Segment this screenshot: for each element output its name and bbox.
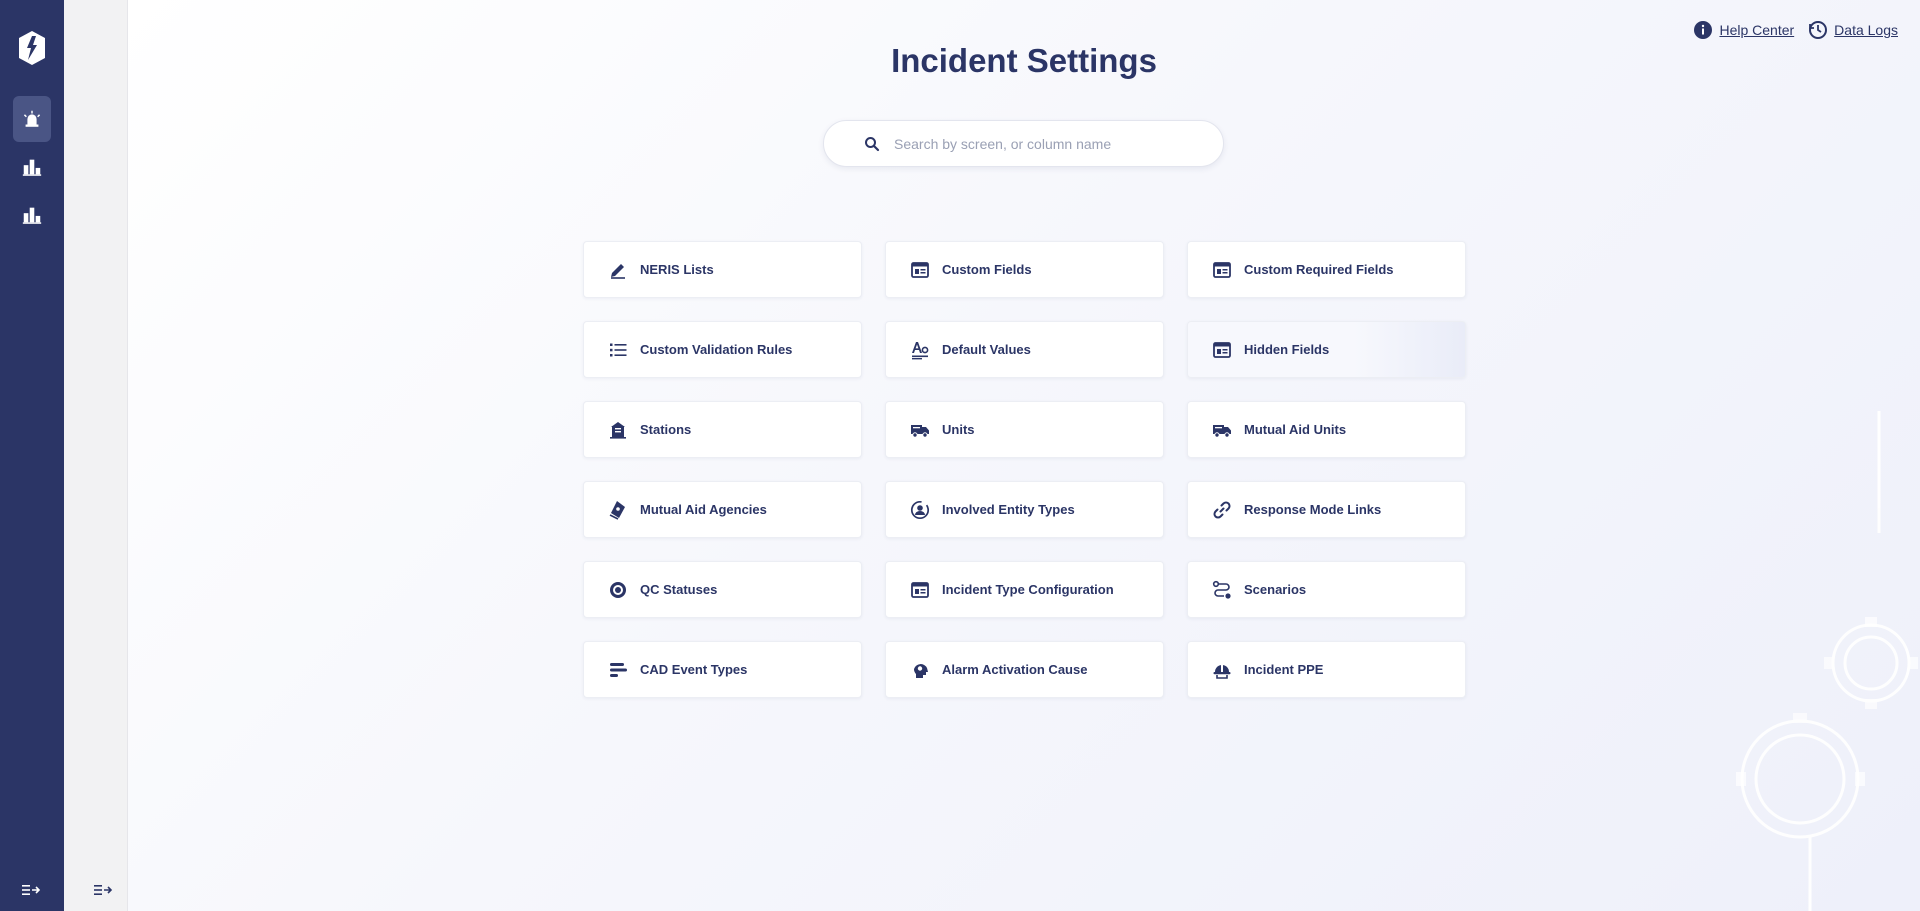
card-qc-statuses[interactable]: QC Statuses xyxy=(583,561,862,618)
help-center-label: Help Center xyxy=(1719,22,1795,38)
card-label: Alarm Activation Cause xyxy=(942,662,1088,677)
card-units[interactable]: Units xyxy=(885,401,1164,458)
card-custom-fields[interactable]: Custom Fields xyxy=(885,241,1164,298)
secondary-pane xyxy=(64,0,128,911)
card-label: Incident PPE xyxy=(1244,662,1324,677)
card-label: Custom Fields xyxy=(942,262,1032,277)
gears-decoration-icon xyxy=(1736,411,1918,911)
form-icon xyxy=(910,260,930,280)
card-hidden-fields[interactable]: Hidden Fields xyxy=(1187,321,1466,378)
card-alarm-activation-cause[interactable]: Alarm Activation Cause xyxy=(885,641,1164,698)
card-label: Response Mode Links xyxy=(1244,502,1382,517)
card-mutual-aid-agencies[interactable]: Mutual Aid Agencies xyxy=(583,481,862,538)
expand-pane-icon[interactable] xyxy=(93,882,113,898)
station-icon xyxy=(608,420,628,440)
form-icon xyxy=(1212,340,1232,360)
card-label: Units xyxy=(942,422,975,437)
info-icon xyxy=(1694,21,1713,39)
search-input[interactable] xyxy=(894,135,1194,152)
card-scenarios[interactable]: Scenarios xyxy=(1187,561,1466,618)
expand-rail-icon[interactable] xyxy=(21,882,41,898)
card-neris-lists[interactable]: NERIS Lists xyxy=(583,241,862,298)
nav-reports-button[interactable] xyxy=(13,144,51,190)
nav-rail xyxy=(0,0,64,911)
link-icon xyxy=(1212,500,1232,520)
card-label: NERIS Lists xyxy=(640,262,714,277)
card-default-values[interactable]: Default Values xyxy=(885,321,1164,378)
head-gear-icon xyxy=(910,660,930,680)
nav-analytics-button[interactable] xyxy=(13,192,51,238)
pencil-icon xyxy=(608,260,628,280)
align-left-icon xyxy=(608,660,628,680)
page-title: Incident Settings xyxy=(891,42,1157,79)
card-label: Mutual Aid Units xyxy=(1244,422,1347,437)
card-label: QC Statuses xyxy=(640,582,718,597)
form-icon xyxy=(1212,260,1232,280)
card-stations[interactable]: Stations xyxy=(583,401,862,458)
card-incident-ppe[interactable]: Incident PPE xyxy=(1187,641,1466,698)
card-custom-required-fields[interactable]: Custom Required Fields xyxy=(1187,241,1466,298)
target-icon xyxy=(608,580,628,600)
bar-chart-icon xyxy=(22,159,42,176)
data-logs-link[interactable]: Data Logs xyxy=(1808,20,1898,40)
card-label: Involved Entity Types xyxy=(942,502,1075,517)
card-label: Incident Type Configuration xyxy=(942,582,1114,597)
truck-icon xyxy=(910,420,930,440)
truck-icon xyxy=(1212,420,1232,440)
card-label: Custom Required Fields xyxy=(1244,262,1394,277)
card-label: CAD Event Types xyxy=(640,662,748,677)
text-format-icon xyxy=(910,340,930,360)
card-label: Mutual Aid Agencies xyxy=(640,502,767,517)
help-center-link[interactable]: Help Center xyxy=(1693,20,1794,40)
card-label: Custom Validation Rules xyxy=(640,342,793,357)
history-clock-icon xyxy=(1809,21,1828,39)
card-incident-type-configuration[interactable]: Incident Type Configuration xyxy=(885,561,1164,618)
settings-grid: NERIS Lists Custom Fields Custom Require… xyxy=(583,241,1466,698)
list-icon xyxy=(608,340,628,360)
person-circle-icon xyxy=(910,500,930,520)
card-mutual-aid-units[interactable]: Mutual Aid Units xyxy=(1187,401,1466,458)
card-label: Scenarios xyxy=(1244,582,1307,597)
card-label: Stations xyxy=(640,422,692,437)
bar-chart-icon xyxy=(22,207,42,224)
data-logs-label: Data Logs xyxy=(1834,22,1898,38)
main-content: Help Center Data Logs Incident Settings … xyxy=(128,0,1920,911)
card-custom-validation-rules[interactable]: Custom Validation Rules xyxy=(583,321,862,378)
card-response-mode-links[interactable]: Response Mode Links xyxy=(1187,481,1466,538)
route-icon xyxy=(1212,580,1232,600)
form-icon xyxy=(910,580,930,600)
badge-icon xyxy=(608,500,628,520)
search-box[interactable] xyxy=(823,120,1224,167)
header-links: Help Center Data Logs xyxy=(1693,20,1898,40)
nav-incidents-button[interactable] xyxy=(13,96,51,142)
app-logo-icon[interactable] xyxy=(16,30,48,66)
helmet-icon xyxy=(1212,660,1232,680)
card-involved-entity-types[interactable]: Involved Entity Types xyxy=(885,481,1164,538)
card-label: Default Values xyxy=(942,342,1031,357)
card-label: Hidden Fields xyxy=(1244,342,1330,357)
fire-alarm-icon xyxy=(23,110,41,127)
card-cad-event-types[interactable]: CAD Event Types xyxy=(583,641,862,698)
search-icon xyxy=(865,136,880,151)
